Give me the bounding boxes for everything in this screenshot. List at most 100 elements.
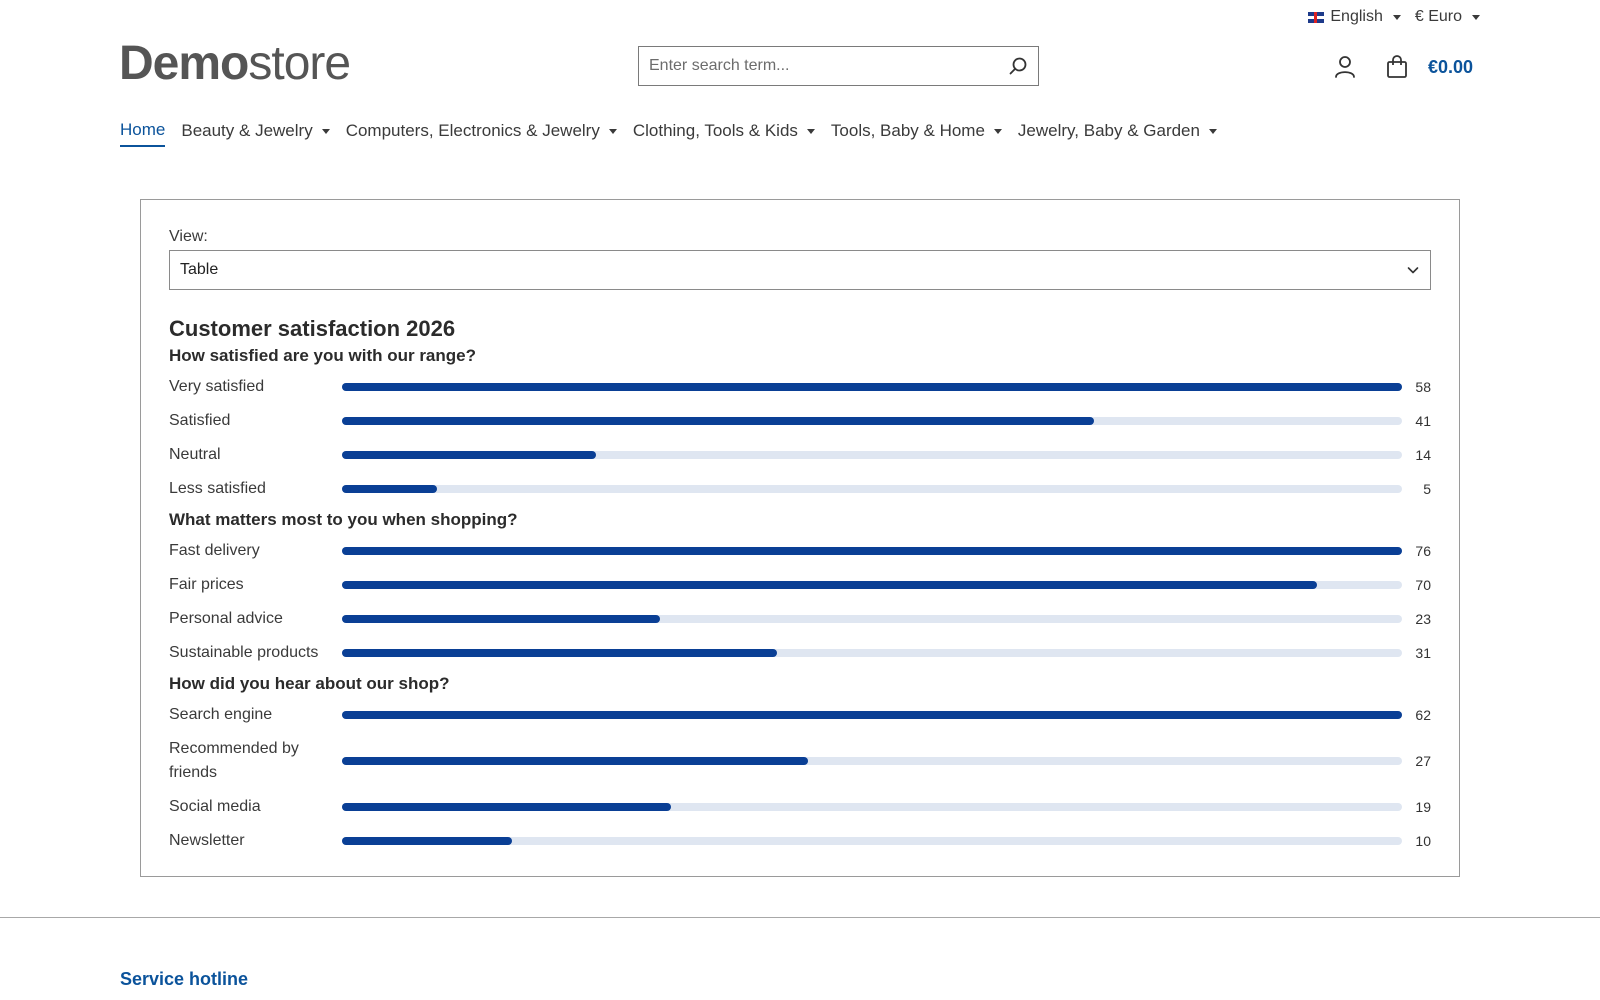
answer-row: Fair prices 70 — [169, 568, 1431, 602]
answer-bar-fill — [342, 803, 671, 811]
search-input[interactable] — [639, 47, 998, 85]
answer-row: Satisfied 41 — [169, 404, 1431, 438]
answer-bar-track — [342, 803, 1402, 811]
caret-down-icon — [1208, 128, 1217, 134]
account-button[interactable] — [1328, 50, 1362, 84]
topbar: English € Euro — [1308, 8, 1480, 26]
answer-row: Less satisfied 5 — [169, 472, 1431, 506]
language-label: English — [1330, 8, 1383, 25]
shopping-bag-icon — [1387, 55, 1407, 78]
answer-count: 5 — [1423, 481, 1431, 497]
view-label: View: — [169, 228, 208, 245]
answer-label: Personal advice — [169, 610, 283, 627]
answer-bar-fill — [342, 485, 438, 493]
answer-row: Social media 19 — [169, 790, 1431, 824]
answer-bar-fill — [342, 711, 1402, 719]
answer-label: Newsletter — [169, 832, 245, 849]
answer-label: Satisfied — [169, 412, 231, 429]
answer-bar-track — [342, 451, 1402, 459]
answer-bar-track — [342, 649, 1402, 657]
caret-down-icon — [1472, 14, 1480, 20]
nav-label: Clothing, Tools & Kids — [632, 121, 798, 140]
nav-label: Computers, Electronics & Jewelry — [345, 121, 600, 140]
search-icon — [1009, 57, 1027, 75]
main-navigation: Home Beauty & Jewelry Computers, Electro… — [120, 120, 1217, 147]
caret-down-icon — [608, 128, 617, 134]
answer-count: 14 — [1415, 447, 1431, 463]
search-button[interactable] — [998, 47, 1038, 85]
nav-label: Tools, Baby & Home — [830, 121, 985, 140]
view-select[interactable]: Table — [169, 250, 1431, 290]
answer-row: Very satisfied 58 — [169, 370, 1431, 404]
caret-down-icon — [806, 128, 815, 134]
answer-bar-fill — [342, 837, 512, 845]
answer-bar-track — [342, 383, 1402, 391]
answer-bar-track — [342, 581, 1402, 589]
header-actions: €0.00 — [1328, 50, 1473, 84]
answer-label: Very satisfied — [169, 378, 265, 395]
answer-row: Neutral 14 — [169, 438, 1431, 472]
answer-label: Fair prices — [169, 576, 244, 593]
answer-bar-fill — [342, 451, 597, 459]
caret-down-icon — [1392, 14, 1401, 20]
answer-label: Fast delivery — [169, 542, 260, 559]
search-box — [638, 46, 1039, 86]
currency-selector[interactable]: € Euro — [1415, 8, 1480, 26]
answer-row: Search engine 62 — [169, 698, 1431, 732]
survey-card: View: Table Customer satisfaction 2026 H… — [140, 199, 1460, 877]
answer-bar-fill — [342, 383, 1402, 391]
question-group: What matters most to you when shopping? … — [169, 510, 1431, 670]
question-title: How satisfied are you with our range? — [169, 346, 476, 365]
cart-button[interactable] — [1380, 50, 1414, 84]
nav-item-home[interactable]: Home — [120, 120, 166, 147]
answer-bar-track — [342, 417, 1402, 425]
answer-label: Sustainable products — [169, 644, 319, 661]
nav-item-clothing-tools-kids[interactable]: Clothing, Tools & Kids — [633, 120, 815, 147]
answer-row: Recommended by friends 27 — [169, 732, 1431, 790]
answer-label: Search engine — [169, 706, 273, 723]
nav-item-computers-electronics-jewelry[interactable]: Computers, Electronics & Jewelry — [346, 120, 617, 147]
chevron-down-icon — [1407, 267, 1419, 274]
answer-bar-track — [342, 547, 1402, 555]
answer-row: Newsletter 10 — [169, 824, 1431, 858]
cart-total[interactable]: €0.00 — [1428, 57, 1473, 78]
uk-flag-icon — [1308, 11, 1325, 23]
answer-bar-fill — [342, 417, 1094, 425]
question-title: How did you hear about our shop? — [169, 674, 450, 693]
nav-item-tools-baby-home[interactable]: Tools, Baby & Home — [831, 120, 1002, 147]
answer-count: 23 — [1415, 611, 1431, 627]
store-logo[interactable]: Demostore — [119, 36, 351, 91]
answer-count: 58 — [1415, 379, 1431, 395]
answer-label: Neutral — [169, 446, 221, 463]
logo-bold-text: Demo — [119, 37, 249, 90]
answer-row: Sustainable products 31 — [169, 636, 1431, 670]
logo-light-text: store — [248, 37, 351, 90]
question-group: How satisfied are you with our range? Ve… — [169, 346, 1431, 506]
answer-row: Personal advice 23 — [169, 602, 1431, 636]
view-select-value: Table — [180, 261, 219, 278]
currency-label: € Euro — [1414, 8, 1462, 25]
answer-bar-track — [342, 711, 1402, 719]
language-selector[interactable]: English — [1308, 8, 1401, 26]
answer-bar-fill — [342, 615, 660, 623]
answer-count: 10 — [1415, 833, 1431, 849]
answer-bar-track — [342, 837, 1402, 845]
nav-label: Jewelry, Baby & Garden — [1017, 121, 1200, 140]
answer-count: 31 — [1415, 645, 1431, 661]
answer-count: 62 — [1415, 707, 1431, 723]
nav-item-jewelry-baby-garden[interactable]: Jewelry, Baby & Garden — [1018, 120, 1217, 147]
nav-label: Home — [120, 120, 166, 139]
answer-bar-fill — [342, 581, 1318, 589]
service-hotline-heading: Service hotline — [120, 969, 249, 989]
answer-bar-track — [342, 485, 1402, 493]
footer-divider — [0, 917, 1600, 918]
answer-bar-fill — [342, 547, 1402, 555]
answer-count: 19 — [1415, 799, 1431, 815]
answer-label: Social media — [169, 798, 261, 815]
user-icon — [1335, 56, 1355, 78]
answer-count: 27 — [1415, 753, 1431, 769]
answer-bar-track — [342, 615, 1402, 623]
answer-bar-track — [342, 757, 1402, 765]
question-group: How did you hear about our shop? Search … — [169, 674, 1431, 858]
nav-item-beauty-jewelry[interactable]: Beauty & Jewelry — [181, 120, 330, 147]
